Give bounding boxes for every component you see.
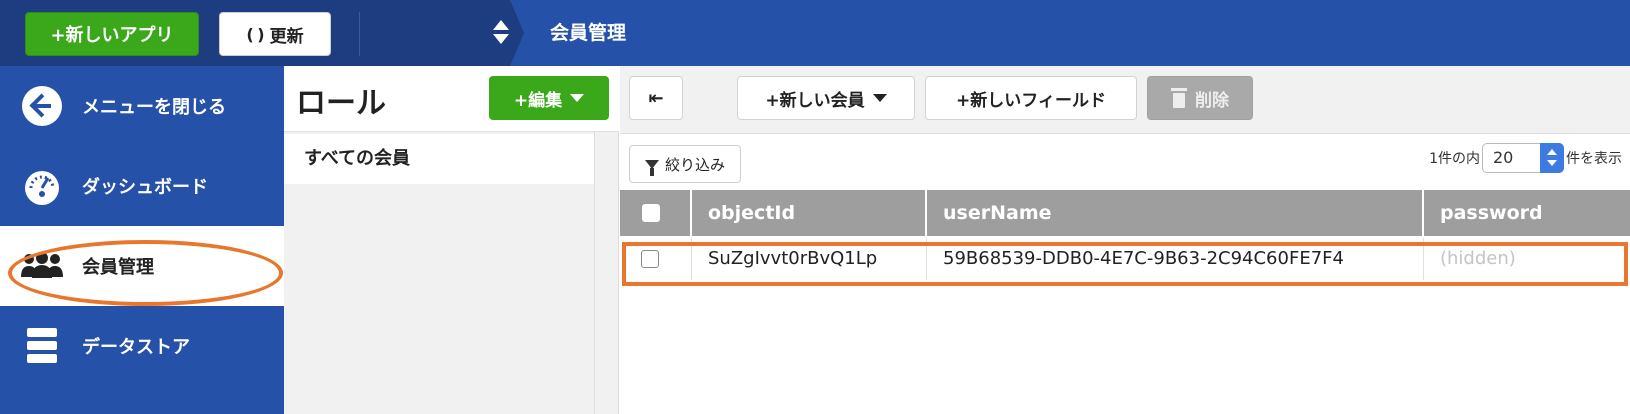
new-field-button[interactable]: +新しいフィールド xyxy=(925,76,1137,120)
edit-label: +編集 xyxy=(513,90,563,111)
filter-button[interactable]: 絞り込み xyxy=(629,145,741,183)
top-divider xyxy=(359,12,360,56)
delete-label: 削除 xyxy=(1195,90,1229,111)
filter-icon xyxy=(644,159,659,176)
toolbar: ⇤ +新しい会員 +新しいフィールド 削除 xyxy=(620,66,1630,134)
stepper-icon[interactable] xyxy=(1540,143,1564,173)
sidebar-item-dashboard[interactable]: ダッシュボード xyxy=(0,146,284,226)
edit-roles-button[interactable]: +編集 xyxy=(489,76,609,120)
page-title: 会員管理 xyxy=(550,22,627,44)
row-highlight-annotation xyxy=(622,242,1628,286)
page-size-select[interactable]: 20 xyxy=(1482,143,1564,173)
main-content: ⇤ +新しい会員 +新しいフィールド 削除 絞り込み 1件の内 20 件を表示 … xyxy=(620,66,1630,414)
gauge-icon xyxy=(20,164,64,208)
sidebar-item-label: データストア xyxy=(82,337,190,358)
column-header-username[interactable]: userName xyxy=(927,190,1424,236)
new-app-button[interactable]: +新しいアプリ xyxy=(25,12,199,56)
header-select-cell xyxy=(620,190,692,236)
divider xyxy=(594,132,595,414)
page-size-value: 20 xyxy=(1493,148,1514,167)
delete-button[interactable]: 削除 xyxy=(1147,76,1253,120)
refresh-icon: ( ) xyxy=(246,24,264,44)
collapse-panel-button[interactable]: ⇤ xyxy=(629,76,683,120)
back-arrow-circle-icon xyxy=(20,84,64,128)
sidebar-item-label: メニューを閉じる xyxy=(82,97,226,118)
up-down-chevron-icon[interactable] xyxy=(490,18,510,48)
roles-header: ロール +編集 xyxy=(284,66,619,132)
sidebar-item-close-menu[interactable]: メニューを閉じる xyxy=(0,66,284,146)
refresh-button[interactable]: ( ) 更新 xyxy=(219,12,331,56)
new-member-button[interactable]: +新しい会員 xyxy=(737,76,915,120)
database-icon xyxy=(20,324,64,368)
top-bar: +新しいアプリ ( ) 更新 会員管理 xyxy=(0,0,1630,66)
new-field-label: +新しいフィールド xyxy=(956,90,1106,111)
new-app-label: +新しいアプリ xyxy=(50,25,174,46)
pager-suffix: 件を表示 xyxy=(1566,151,1622,167)
role-item-all-members[interactable]: すべての会員 xyxy=(284,134,594,184)
column-header-password[interactable]: password xyxy=(1424,190,1630,236)
select-all-checkbox[interactable] xyxy=(642,204,660,222)
pagination: 1件の内 20 件を表示 xyxy=(1429,142,1622,174)
pager-prefix: 1件の内 xyxy=(1429,151,1480,167)
filter-label: 絞り込み xyxy=(664,155,725,174)
highlight-annotation xyxy=(8,240,283,306)
chevron-down-icon xyxy=(570,94,585,102)
roles-title: ロール xyxy=(296,86,386,121)
collapse-icon: ⇤ xyxy=(648,87,664,109)
chevron-down-icon xyxy=(872,94,887,102)
roles-panel: ロール +編集 すべての会員 xyxy=(284,66,619,414)
trash-icon xyxy=(1171,88,1187,108)
refresh-label: 更新 xyxy=(269,26,304,47)
sidebar-item-datastore[interactable]: データストア xyxy=(0,306,284,386)
sidebar-item-label: ダッシュボード xyxy=(82,177,208,198)
table-header: objectId userName password xyxy=(620,190,1630,236)
breadcrumb-arrow xyxy=(510,0,524,66)
new-member-label: +新しい会員 xyxy=(765,90,865,111)
column-header-objectid[interactable]: objectId xyxy=(692,190,927,236)
